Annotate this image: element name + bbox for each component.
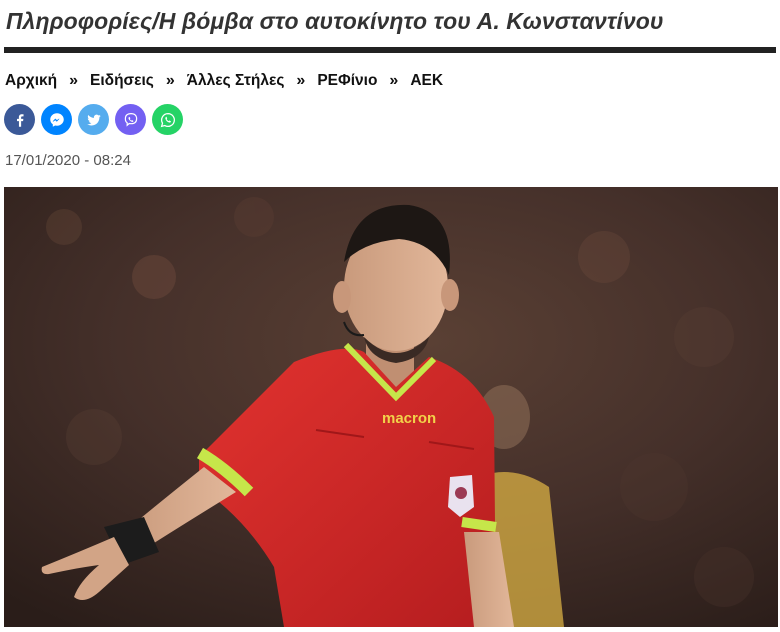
whatsapp-share-button[interactable]: [152, 104, 183, 135]
breadcrumb-separator: »: [389, 72, 399, 89]
twitter-icon: [86, 114, 101, 125]
breadcrumb-other-columns[interactable]: Άλλες Στήλες: [187, 72, 285, 90]
viber-share-button[interactable]: [115, 104, 146, 135]
breadcrumb: Αρχική » Ειδήσεις » Άλλες Στήλες » ΡΕΦίν…: [5, 70, 443, 92]
breadcrumb-refinio[interactable]: ΡΕΦίνιο: [317, 72, 377, 90]
messenger-icon: [49, 112, 64, 127]
referee-photo: macron: [4, 187, 778, 627]
twitter-share-button[interactable]: [78, 104, 109, 135]
share-buttons: [4, 104, 183, 135]
publish-date: 17/01/2020 - 08:24: [5, 152, 131, 169]
breadcrumb-news[interactable]: Ειδήσεις: [90, 72, 154, 90]
breadcrumb-separator: »: [69, 72, 79, 89]
title-divider: [4, 47, 776, 53]
breadcrumb-aek[interactable]: ΑΕΚ: [410, 72, 443, 90]
breadcrumb-separator: »: [296, 72, 306, 89]
facebook-share-button[interactable]: [4, 104, 35, 135]
viber-icon: [124, 112, 137, 127]
messenger-share-button[interactable]: [41, 104, 72, 135]
article-hero-image: macron: [4, 187, 778, 627]
facebook-icon: [16, 113, 24, 127]
breadcrumb-separator: »: [165, 72, 175, 89]
whatsapp-icon: [160, 112, 175, 127]
jersey-brand-text: macron: [382, 410, 436, 427]
article-title: Πληροφορίες/Η βόμβα στο αυτοκίνητο του Α…: [6, 8, 664, 34]
breadcrumb-home[interactable]: Αρχική: [5, 72, 57, 90]
